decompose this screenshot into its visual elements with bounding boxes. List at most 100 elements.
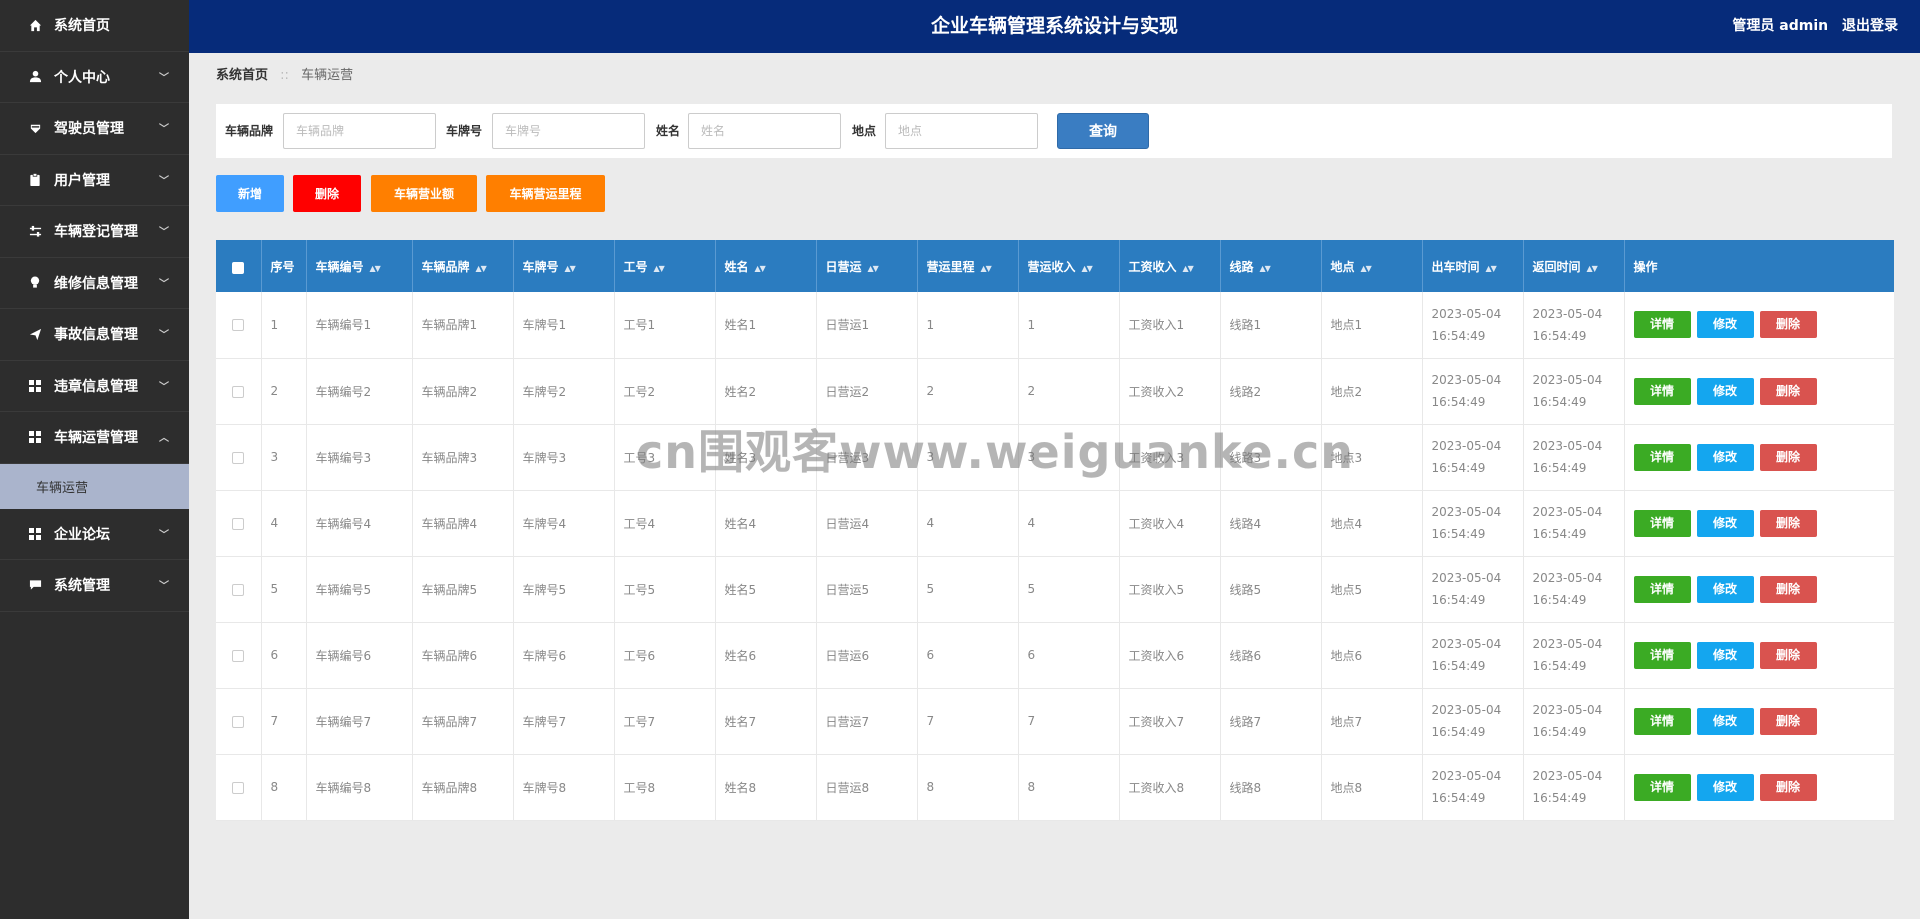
row-select[interactable] [216, 556, 262, 623]
cell-route: 线路4 [1220, 490, 1322, 557]
name-input[interactable] [688, 113, 841, 149]
edit-button[interactable]: 修改 [1696, 509, 1754, 537]
checkbox-icon[interactable] [232, 583, 245, 596]
sidebar-item-home[interactable]: 系统首页 [0, 0, 189, 52]
sort-icon[interactable]: ▲▼ [1183, 264, 1194, 273]
plate-input[interactable] [492, 113, 645, 149]
cell-mileage: 7 [917, 688, 1019, 755]
revenue-button[interactable]: 车辆营业额 [371, 175, 477, 212]
checkbox-icon[interactable] [232, 261, 245, 274]
checkbox-icon[interactable] [232, 781, 245, 794]
checkbox-icon[interactable] [232, 715, 245, 728]
row-select[interactable] [216, 622, 262, 689]
cell-wage: 工资收入5 [1119, 556, 1221, 623]
row-delete-button[interactable]: 删除 [1759, 641, 1817, 669]
detail-button[interactable]: 详情 [1633, 377, 1691, 405]
checkbox-icon[interactable] [232, 319, 245, 332]
edit-button[interactable]: 修改 [1696, 443, 1754, 471]
sidebar-item-vehicle-operation[interactable]: 车辆运营管理 ︿ [0, 412, 189, 464]
sidebar-item-violation[interactable]: 违章信息管理 ﹀ [0, 361, 189, 412]
col-header[interactable]: 营运收入 ▲▼ [1018, 240, 1120, 292]
sort-icon[interactable]: ▲▼ [565, 264, 576, 273]
sidebar-item-accident[interactable]: 事故信息管理 ﹀ [0, 309, 189, 361]
edit-button[interactable]: 修改 [1696, 773, 1754, 801]
edit-button[interactable]: 修改 [1696, 575, 1754, 603]
row-select[interactable] [216, 490, 262, 557]
cell-job-no: 工号6 [614, 622, 716, 689]
sort-icon[interactable]: ▲▼ [476, 264, 487, 273]
col-header[interactable]: 营运里程 ▲▼ [917, 240, 1019, 292]
edit-button[interactable]: 修改 [1696, 641, 1754, 669]
col-header[interactable]: 返回时间 ▲▼ [1523, 240, 1625, 292]
col-header[interactable]: 车辆品牌 ▲▼ [412, 240, 514, 292]
row-delete-button[interactable]: 删除 [1759, 575, 1817, 603]
row-delete-button[interactable]: 删除 [1759, 311, 1817, 339]
col-header[interactable]: 日营运 ▲▼ [816, 240, 918, 292]
table-row: 8 车辆编号8 车辆品牌8 车牌号8 工号8 姓名8 日营运8 8 8 工资收入8 线路8 地点8 20… [216, 754, 1894, 821]
row-delete-button[interactable]: 删除 [1759, 773, 1817, 801]
col-header[interactable]: 车辆编号 ▲▼ [306, 240, 413, 292]
edit-button[interactable]: 修改 [1696, 311, 1754, 339]
edit-button[interactable]: 修改 [1696, 707, 1754, 735]
sidebar-item-users[interactable]: 用户管理 ﹀ [0, 155, 189, 206]
add-button[interactable]: 新增 [216, 175, 284, 212]
row-select[interactable] [216, 292, 262, 359]
logout-link[interactable]: 退出登录 [1842, 18, 1898, 34]
row-select[interactable] [216, 424, 262, 491]
detail-button[interactable]: 详情 [1633, 773, 1691, 801]
breadcrumb-home[interactable]: 系统首页 [216, 68, 268, 83]
col-header[interactable]: 姓名 ▲▼ [715, 240, 817, 292]
sidebar-item-personal[interactable]: 个人中心 ﹀ [0, 52, 189, 103]
sort-icon[interactable]: ▲▼ [1082, 264, 1093, 273]
sidebar-subitem-vehicle-operation[interactable]: 车辆运营 [0, 463, 189, 509]
search-button[interactable]: 查询 [1057, 113, 1149, 149]
row-select[interactable] [216, 754, 262, 821]
sidebar-item-maintenance[interactable]: 维修信息管理 ﹀ [0, 258, 189, 309]
place-input[interactable] [885, 113, 1038, 149]
detail-button[interactable]: 详情 [1633, 509, 1691, 537]
sort-icon[interactable]: ▲▼ [654, 264, 665, 273]
row-select[interactable] [216, 358, 262, 425]
sort-icon[interactable]: ▲▼ [370, 264, 381, 273]
checkbox-icon[interactable] [232, 451, 245, 464]
row-select[interactable] [216, 688, 262, 755]
sort-icon[interactable]: ▲▼ [755, 264, 766, 273]
col-header[interactable]: 地点 ▲▼ [1321, 240, 1423, 292]
col-header[interactable]: 工号 ▲▼ [614, 240, 716, 292]
sidebar-item-forum[interactable]: 企业论坛 ﹀ [0, 509, 189, 560]
col-header[interactable]: 工资收入 ▲▼ [1119, 240, 1221, 292]
sidebar-item-system[interactable]: 系统管理 ﹀ [0, 560, 189, 612]
sidebar-item-label: 事故信息管理 [54, 327, 138, 344]
sidebar-item-driver[interactable]: 驾驶员管理 ﹀ [0, 103, 189, 155]
mileage-button[interactable]: 车辆营运里程 [486, 175, 605, 212]
row-delete-button[interactable]: 删除 [1759, 509, 1817, 537]
detail-button[interactable]: 详情 [1633, 311, 1691, 339]
header-select-all[interactable] [216, 240, 262, 292]
detail-button[interactable]: 详情 [1633, 707, 1691, 735]
detail-button[interactable]: 详情 [1633, 443, 1691, 471]
detail-button[interactable]: 详情 [1633, 641, 1691, 669]
sort-icon[interactable]: ▲▼ [868, 264, 879, 273]
col-header[interactable]: 线路 ▲▼ [1220, 240, 1322, 292]
col-header[interactable]: 出车时间 ▲▼ [1422, 240, 1524, 292]
col-header[interactable]: 车牌号 ▲▼ [513, 240, 615, 292]
sort-icon[interactable]: ▲▼ [1587, 264, 1598, 273]
checkbox-icon[interactable] [232, 649, 245, 662]
checkbox-icon[interactable] [232, 385, 245, 398]
row-delete-button[interactable]: 删除 [1759, 443, 1817, 471]
cell-vehicle-no: 车辆编号2 [306, 358, 413, 425]
row-delete-button[interactable]: 删除 [1759, 707, 1817, 735]
sort-icon[interactable]: ▲▼ [1486, 264, 1497, 273]
row-delete-button[interactable]: 删除 [1759, 377, 1817, 405]
col-header-label: 线路 [1229, 259, 1254, 274]
sidebar-item-vehicle-registration[interactable]: 车辆登记管理 ﹀ [0, 206, 189, 258]
detail-button[interactable]: 详情 [1633, 575, 1691, 603]
sort-icon[interactable]: ▲▼ [1361, 264, 1372, 273]
top-header: 企业车辆管理系统设计与实现 管理员 admin 退出登录 [189, 0, 1920, 53]
edit-button[interactable]: 修改 [1696, 377, 1754, 405]
sort-icon[interactable]: ▲▼ [1260, 264, 1271, 273]
sort-icon[interactable]: ▲▼ [981, 264, 992, 273]
checkbox-icon[interactable] [232, 517, 245, 530]
batch-delete-button[interactable]: 删除 [293, 175, 361, 212]
brand-input[interactable] [283, 113, 436, 149]
